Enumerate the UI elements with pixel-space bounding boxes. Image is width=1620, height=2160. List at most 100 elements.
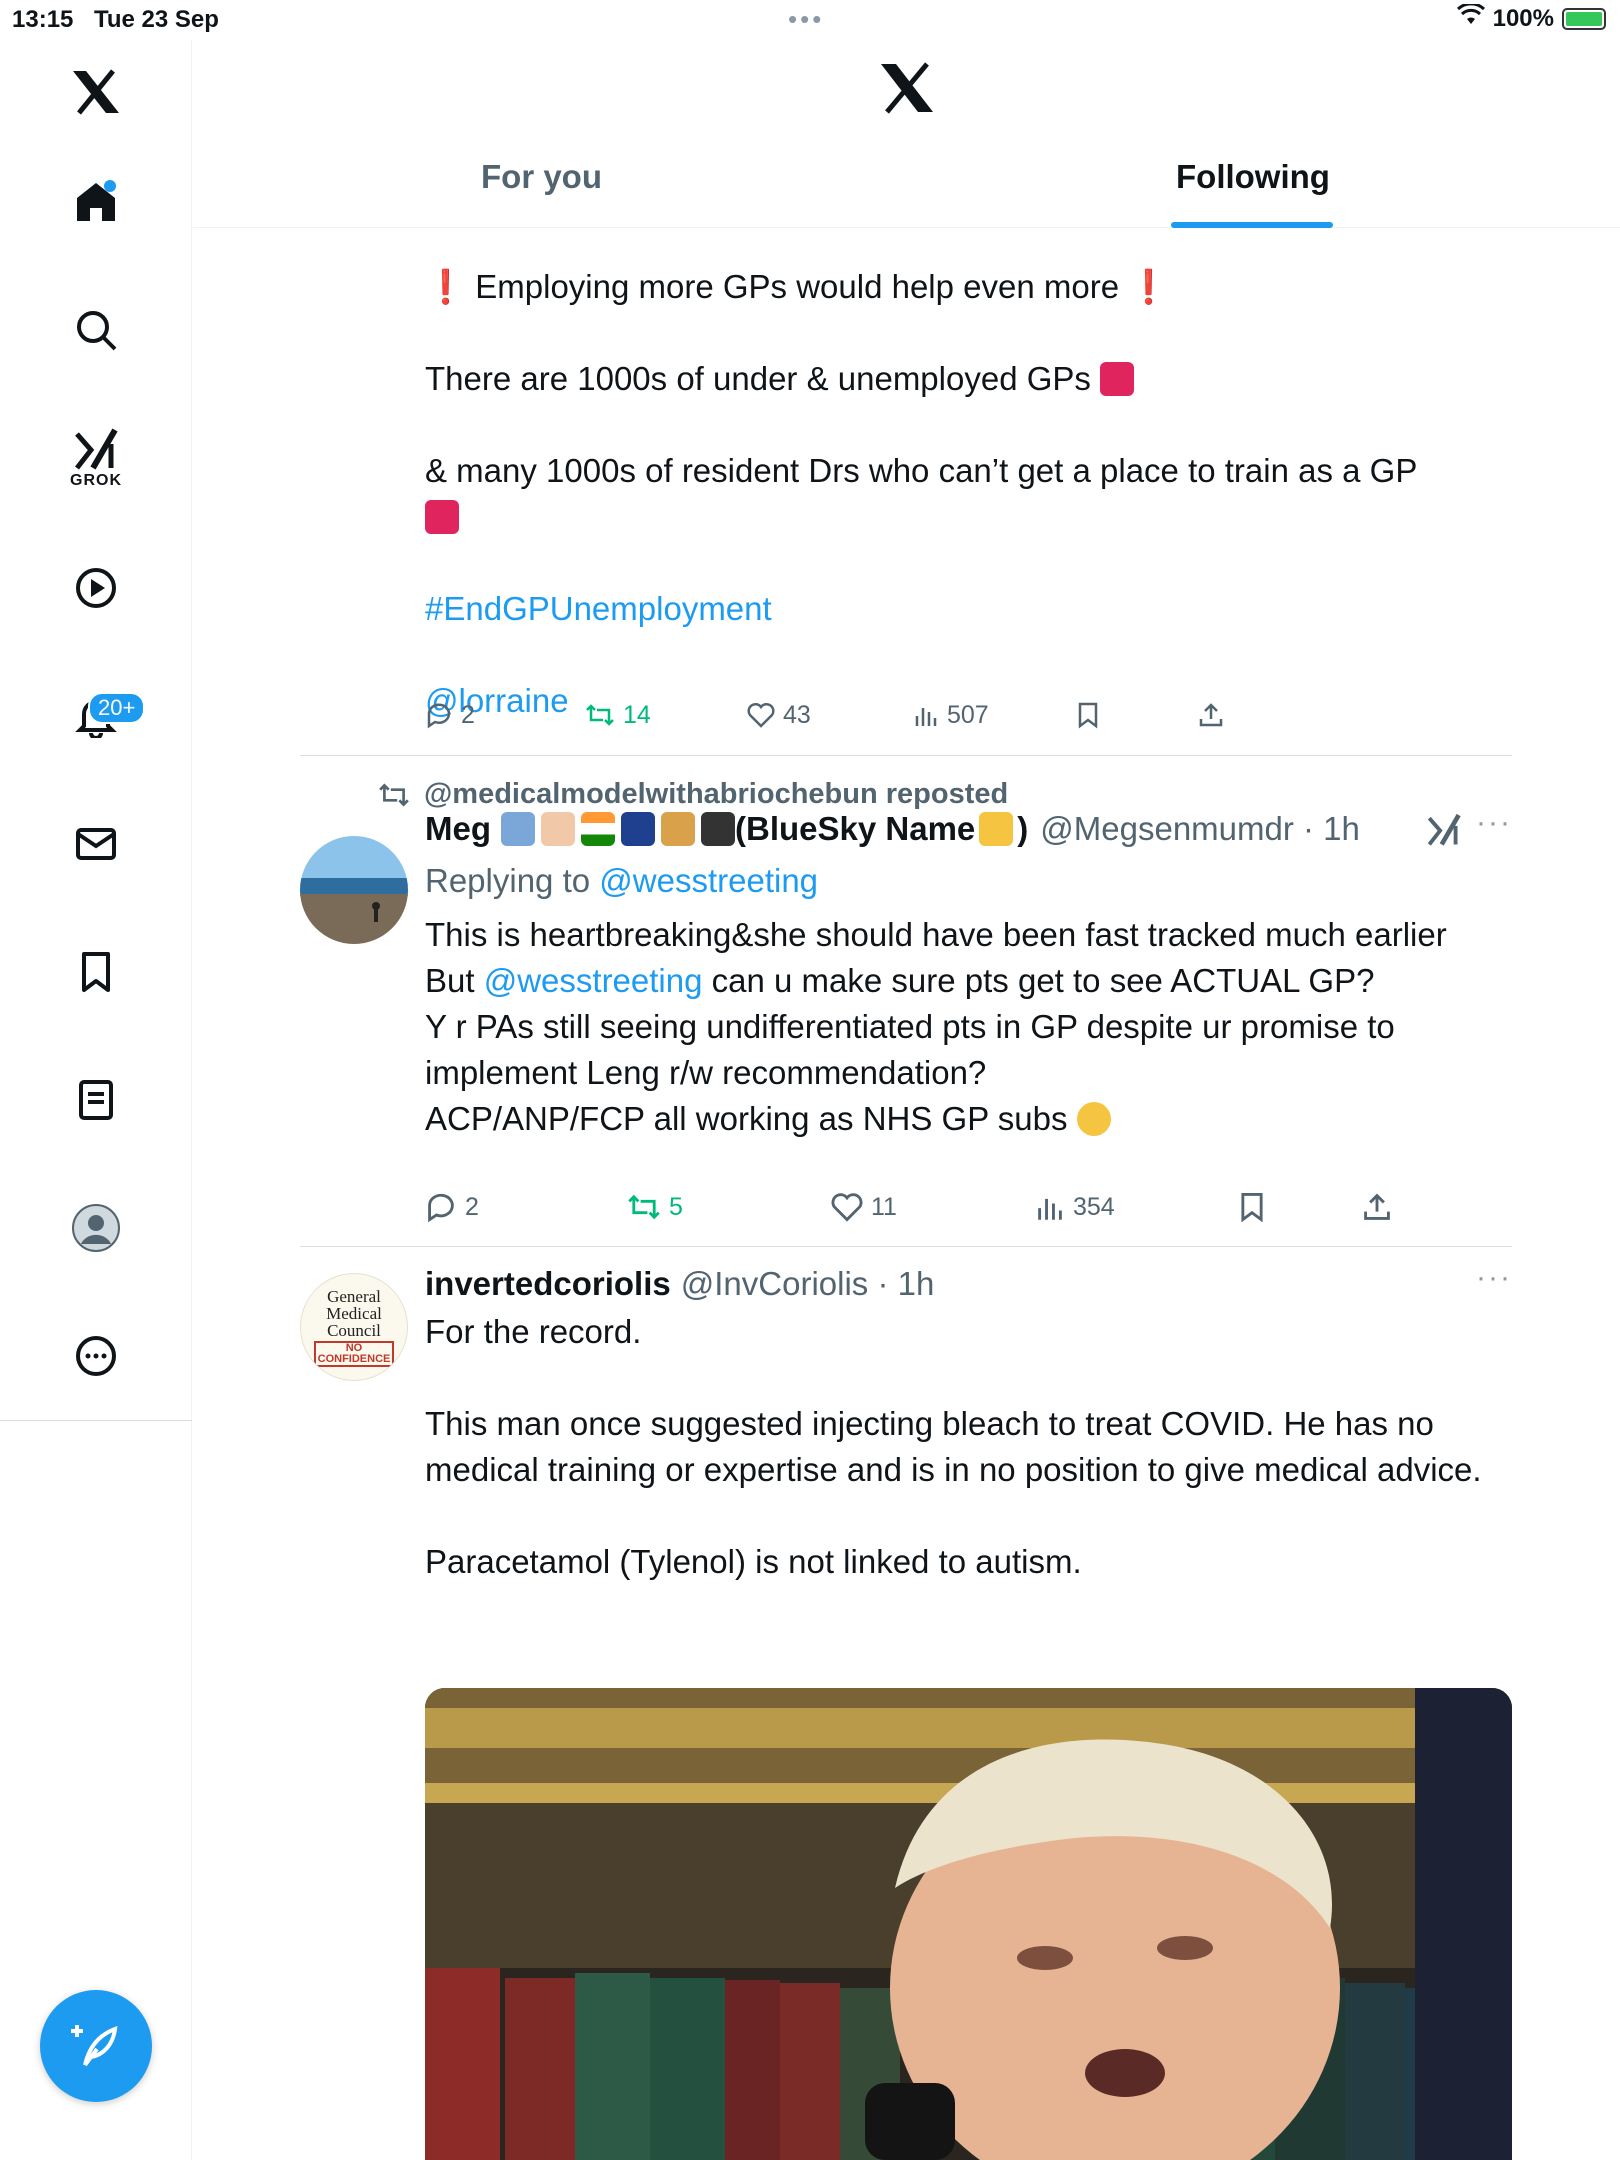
avatar[interactable]	[300, 836, 408, 944]
play-icon	[76, 568, 116, 608]
hashtag-link[interactable]: #EndGPUnemployment	[425, 586, 1425, 632]
profile-avatar-icon	[72, 1204, 120, 1252]
reply-button[interactable]: 2	[425, 701, 475, 730]
search-icon	[77, 311, 117, 351]
mention-link[interactable]: @wesstreeting	[484, 962, 703, 999]
like-button[interactable]: 43	[747, 701, 811, 730]
siren-emoji-icon	[1100, 362, 1135, 396]
more-options-icon[interactable]: ···	[1476, 806, 1512, 840]
sidebar-item-more[interactable]	[48, 1308, 144, 1404]
grok-icon	[75, 428, 118, 470]
sidebar-item-lists[interactable]	[48, 1052, 144, 1148]
cricket-emoji-icon	[661, 812, 695, 846]
camera-emoji-icon	[701, 812, 735, 846]
like-count: 43	[783, 700, 811, 729]
repost-icon	[379, 783, 409, 806]
repost-icon	[628, 1194, 660, 1220]
notifications-badge: 20+	[88, 692, 146, 724]
bookmark-icon	[82, 952, 110, 992]
share-icon	[1199, 703, 1223, 727]
author-handle[interactable]: @Megsenmumdr · 1h	[1040, 810, 1360, 848]
tweet-media-image[interactable]	[425, 1688, 1512, 2160]
avatar[interactable]: General Medical Council NO CONFIDENCE	[300, 1273, 408, 1381]
eye-roll-emoji-icon	[1076, 1102, 1111, 1136]
tweet-1-actions: 2 14 43 507	[425, 690, 1425, 740]
reply-count: 2	[465, 1192, 479, 1221]
tweet-1-line-3: & many 1000s of resident Drs who can’t g…	[425, 448, 1425, 540]
x-logo-icon	[881, 62, 933, 114]
uk-flag-emoji-icon	[621, 812, 655, 846]
share-button[interactable]	[1197, 701, 1225, 729]
sidebar-item-notifications[interactable]: 20+	[48, 668, 146, 764]
repost-button[interactable]: 14	[585, 701, 651, 730]
author-handle[interactable]: @InvCoriolis · 1h	[681, 1265, 935, 1303]
replying-to-link[interactable]: @wesstreeting	[599, 862, 818, 899]
bookmark-icon	[1241, 1193, 1263, 1223]
author-name[interactable]: invertedcoriolis	[425, 1265, 671, 1303]
no-confidence-stamp: NO CONFIDENCE	[313, 1340, 395, 1367]
tweet-1[interactable]: ❗ Employing more GPs would help even mor…	[425, 264, 1425, 724]
views-button[interactable]: 507	[913, 701, 989, 730]
views-chart-icon	[915, 708, 937, 726]
sidebar-divider	[0, 1420, 192, 1421]
tweet-3[interactable]: General Medical Council NO CONFIDENCE in…	[300, 1247, 1512, 2160]
compose-post-button[interactable]	[40, 1990, 152, 2102]
repost-button[interactable]: 5	[627, 1192, 683, 1222]
share-button[interactable]	[1361, 1191, 1393, 1223]
tab-for-you[interactable]: For you	[481, 158, 602, 196]
mail-icon	[76, 828, 116, 860]
reply-icon	[427, 703, 451, 729]
active-tab-indicator	[1171, 222, 1333, 228]
status-bar: 13:15 Tue 23 Sep ••• 100%	[0, 0, 1620, 40]
repost-icon	[586, 704, 614, 726]
like-button[interactable]: 11	[831, 1192, 897, 1222]
sidebar-item-bookmarks[interactable]	[48, 924, 144, 1020]
author-name[interactable]: Meg	[425, 810, 491, 848]
india-flag-emoji-icon	[581, 812, 615, 846]
tweet-2-actions: 2 5 11 354	[425, 1182, 1512, 1232]
heart-icon	[747, 702, 775, 728]
wifi-icon	[1456, 2, 1485, 33]
timeline-header: For you Following	[193, 40, 1620, 228]
like-count: 11	[871, 1192, 897, 1221]
tab-following[interactable]: Following	[1176, 158, 1330, 196]
reply-button[interactable]: 2	[425, 1191, 479, 1223]
more-options-icon[interactable]: ···	[1476, 1261, 1512, 1295]
repost-count: 14	[623, 700, 651, 729]
views-chart-icon	[1038, 1198, 1062, 1220]
author-line: Meg (BlueSky Name ) @Megsenmumdr · 1h ··…	[425, 806, 1512, 848]
views-count: 507	[947, 700, 989, 729]
family-emoji-icon	[501, 812, 535, 846]
sidebar-item-video[interactable]	[48, 540, 144, 636]
sidebar: GROK 20+	[0, 40, 192, 2160]
sidebar-item-home[interactable]	[48, 154, 144, 250]
battery-percent: 100%	[1492, 4, 1554, 32]
views-button[interactable]: 354	[1035, 1192, 1115, 1222]
x-logo-icon[interactable]	[48, 44, 144, 140]
doctor-emoji-icon	[541, 812, 575, 846]
tweet-2-body: This is heartbreaking&she should have be…	[425, 916, 1447, 1137]
sidebar-item-profile[interactable]	[48, 1180, 144, 1276]
pointing-down-emoji-icon	[979, 812, 1014, 846]
multitasking-dots[interactable]: •••	[788, 4, 824, 35]
views-count: 354	[1073, 1192, 1115, 1221]
tweet-3-body: For the record. This man once suggested …	[425, 1313, 1482, 1580]
tweet-1-line-1: ❗ Employing more GPs would help even mor…	[425, 268, 1170, 305]
bookmark-button[interactable]	[1075, 701, 1101, 729]
share-icon	[1364, 1193, 1390, 1220]
sidebar-item-search[interactable]	[48, 282, 144, 378]
siren-emoji-icon	[425, 500, 459, 534]
sidebar-item-messages[interactable]	[48, 796, 144, 892]
bookmark-icon	[1078, 702, 1098, 729]
grok-label: GROK	[70, 472, 122, 489]
sidebar-item-grok[interactable]: GROK	[48, 410, 144, 506]
status-time: 13:15	[12, 6, 74, 33]
reply-count: 2	[461, 700, 475, 729]
battery-icon	[1562, 7, 1606, 30]
grok-icon[interactable]	[1426, 812, 1462, 846]
bookmark-button[interactable]	[1237, 1191, 1267, 1223]
more-circle-icon	[76, 1336, 116, 1376]
status-date: Tue 23 Sep	[94, 6, 219, 33]
feather-plus-icon	[71, 2025, 118, 2067]
list-icon	[79, 1080, 113, 1120]
